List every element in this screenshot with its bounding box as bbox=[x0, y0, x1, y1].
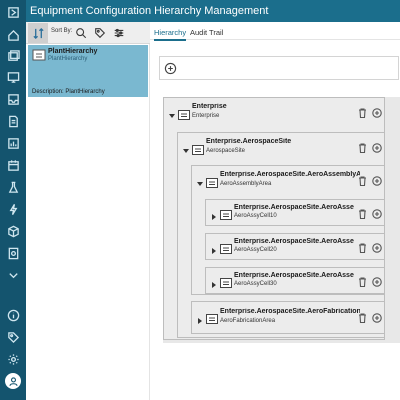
add-child-icon[interactable] bbox=[372, 105, 382, 118]
expand-caret-icon[interactable] bbox=[197, 311, 203, 324]
node-name: Enterprise.AerospaceSite.AeroAssembl... bbox=[234, 238, 354, 245]
hierarchy-icon bbox=[32, 48, 46, 61]
home-icon[interactable] bbox=[6, 28, 20, 42]
expand-caret-icon[interactable] bbox=[211, 275, 217, 288]
add-child-icon[interactable] bbox=[372, 206, 382, 219]
add-child-icon[interactable] bbox=[372, 274, 382, 287]
tree-node-assembly-area[interactable]: Enterprise.AerospaceSite.AeroAssemblyAre… bbox=[191, 165, 385, 201]
nav-rail bbox=[0, 0, 26, 400]
expand-caret-icon[interactable] bbox=[183, 141, 189, 153]
user-avatar[interactable] bbox=[5, 373, 21, 389]
expand-caret-icon[interactable] bbox=[169, 106, 175, 118]
hierarchy-name: PlantHierarchy bbox=[48, 48, 98, 55]
tree-node-enterprise[interactable]: Enterprise Enterprise bbox=[163, 97, 385, 133]
tab-bar: Hierarchy Audit Trail bbox=[150, 22, 400, 41]
hierarchy-description: Description: PlantHierarchy bbox=[32, 89, 105, 95]
node-type-icon bbox=[206, 175, 218, 188]
node-subtitle: AerospaceSite bbox=[206, 148, 246, 154]
node-type-icon bbox=[220, 241, 232, 254]
node-name: Enterprise.AerospaceSite bbox=[206, 138, 292, 145]
layers-icon[interactable] bbox=[6, 49, 20, 63]
tree-node-cell10[interactable]: Enterprise.AerospaceSite.AeroAssembl... … bbox=[205, 199, 385, 235]
delete-icon[interactable] bbox=[358, 274, 367, 288]
node-subtitle: Enterprise bbox=[192, 113, 220, 119]
tree-node-cell30[interactable]: Enterprise.AerospaceSite.AeroAssembl... … bbox=[205, 267, 385, 303]
document-icon[interactable] bbox=[6, 114, 20, 128]
tab-audit-trail[interactable]: Audit Trail bbox=[190, 28, 223, 37]
search-icon[interactable] bbox=[74, 26, 88, 40]
user-icon bbox=[8, 376, 18, 386]
add-root-row bbox=[159, 56, 399, 80]
flask-icon[interactable] bbox=[6, 180, 20, 194]
node-subtitle: AeroAssyCell20 bbox=[234, 247, 277, 253]
tag-filter-icon[interactable] bbox=[93, 26, 107, 40]
gear-doc-icon[interactable] bbox=[6, 246, 20, 260]
settings-icon[interactable] bbox=[6, 352, 20, 366]
node-name: Enterprise.AerospaceSite.AeroAssembl... bbox=[234, 204, 354, 211]
inbox-icon[interactable] bbox=[6, 92, 20, 106]
hierarchy-subtitle: PlantHierarchy bbox=[48, 56, 88, 62]
calendar-icon[interactable] bbox=[6, 158, 20, 172]
node-name: Enterprise bbox=[192, 103, 227, 110]
add-child-icon[interactable] bbox=[372, 173, 382, 186]
expand-caret-icon[interactable] bbox=[211, 241, 217, 254]
delete-icon[interactable] bbox=[358, 206, 367, 220]
tree-node-fabrication-area[interactable]: Enterprise.AerospaceSite.AeroFabrication… bbox=[191, 301, 385, 337]
node-name: Enterprise.AerospaceSite.AeroFabrication… bbox=[220, 308, 360, 315]
list-toolbar: Sort By: bbox=[26, 22, 150, 44]
monitor-icon[interactable] bbox=[6, 70, 20, 84]
bolt-icon[interactable] bbox=[6, 202, 20, 216]
delete-icon[interactable] bbox=[358, 310, 367, 324]
add-child-icon[interactable] bbox=[372, 140, 382, 153]
node-subtitle: AeroAssyCell10 bbox=[234, 213, 277, 219]
cube-icon[interactable] bbox=[6, 224, 20, 238]
hierarchy-list-item[interactable]: PlantHierarchy PlantHierarchy Descriptio… bbox=[28, 45, 148, 97]
delete-icon[interactable] bbox=[358, 140, 367, 154]
tag-icon[interactable] bbox=[6, 330, 20, 344]
report-icon[interactable] bbox=[6, 136, 20, 150]
hierarchy-tree: Enterprise Enterprise Enterprise.Aerospa… bbox=[163, 97, 400, 343]
hierarchy-list-panel: Sort By: PlantHierarchy PlantHierarchy D… bbox=[26, 22, 150, 400]
sort-icon bbox=[32, 27, 44, 39]
node-subtitle: AeroAssyCell30 bbox=[234, 281, 277, 287]
tree-node-aerospace-site[interactable]: Enterprise.AerospaceSite AerospaceSite bbox=[177, 132, 385, 168]
add-child-icon[interactable] bbox=[372, 240, 382, 253]
filter-options-icon[interactable] bbox=[112, 26, 126, 40]
add-circle-icon[interactable] bbox=[164, 62, 177, 75]
delete-icon[interactable] bbox=[358, 173, 367, 187]
node-type-icon bbox=[178, 107, 190, 120]
sort-toggle-button[interactable] bbox=[28, 23, 48, 43]
expand-caret-icon[interactable] bbox=[211, 207, 217, 220]
add-child-icon[interactable] bbox=[372, 310, 382, 323]
node-name: Enterprise.AerospaceSite.AeroAssemblyAre… bbox=[220, 171, 360, 178]
tab-hierarchy[interactable]: Hierarchy bbox=[154, 28, 187, 41]
sort-by-label[interactable]: Sort By: bbox=[51, 28, 72, 34]
node-subtitle: AeroAssemblyArea bbox=[220, 181, 272, 187]
node-type-icon bbox=[220, 207, 232, 220]
delete-icon[interactable] bbox=[358, 105, 367, 119]
node-type-icon bbox=[192, 142, 204, 155]
chevron-down-icon[interactable] bbox=[6, 268, 20, 282]
tree-node-cell20[interactable]: Enterprise.AerospaceSite.AeroAssembl... … bbox=[205, 233, 385, 269]
app-header: Equipment Configuration Hierarchy Manage… bbox=[0, 0, 400, 22]
app-title: Equipment Configuration Hierarchy Manage… bbox=[30, 5, 269, 17]
expand-caret-icon[interactable] bbox=[197, 174, 203, 186]
node-type-icon bbox=[206, 311, 218, 324]
node-name: Enterprise.AerospaceSite.AeroAssembl... bbox=[234, 272, 354, 279]
node-type-icon bbox=[220, 275, 232, 288]
info-icon[interactable] bbox=[6, 308, 20, 322]
node-subtitle: AeroFabricationArea bbox=[220, 318, 276, 324]
delete-icon[interactable] bbox=[358, 240, 367, 254]
menu-icon[interactable] bbox=[6, 5, 20, 19]
